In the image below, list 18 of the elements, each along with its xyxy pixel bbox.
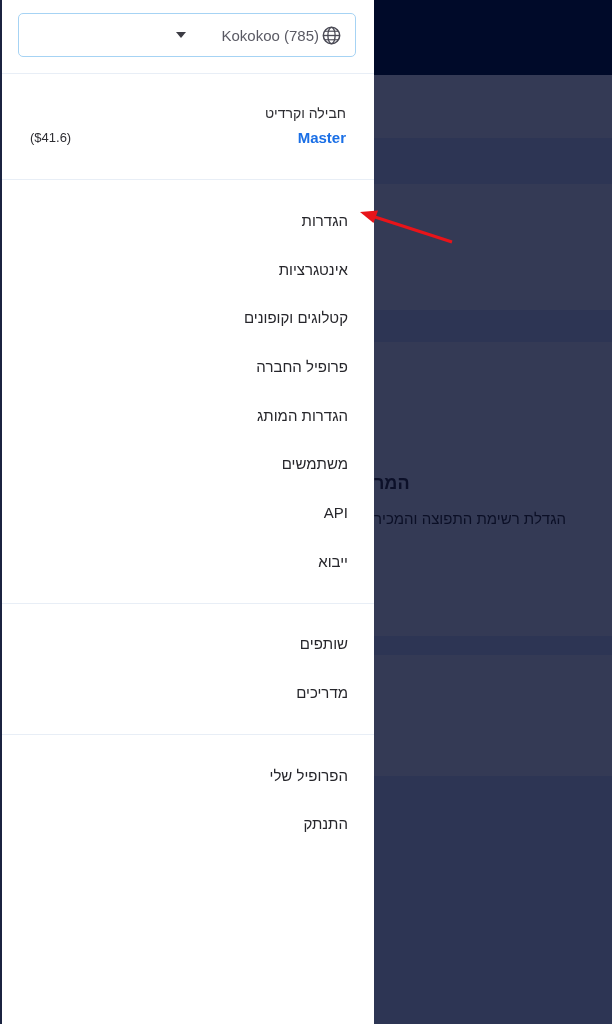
caret-icon <box>176 32 187 38</box>
plan-link[interactable]: Master <box>297 128 346 148</box>
menu-item[interactable]: הגדרות המותג <box>256 406 348 424</box>
plan-label: חבילה וקרדיט <box>263 104 346 123</box>
menu-item[interactable]: API <box>323 503 348 521</box>
menu-item[interactable]: אינטגרציות <box>278 260 348 278</box>
credit-amount: ($41.6) <box>30 129 72 147</box>
menu-item[interactable]: שותפים <box>299 635 348 653</box>
menu-item[interactable]: פרופיל החברה <box>256 357 348 375</box>
account-dropdown[interactable]: Kokokoo (785) <box>18 13 356 57</box>
menu-item[interactable]: הפרופיל שלי <box>269 766 348 784</box>
menu-item[interactable]: משתמשים <box>281 455 348 473</box>
menu-item[interactable]: מדריכים <box>296 684 348 702</box>
menu-item[interactable]: קטלוגים וקופונים <box>243 309 348 327</box>
menu-item[interactable]: הגדרות <box>301 211 348 229</box>
menu-item[interactable]: ייבוא <box>318 552 348 570</box>
menu-item[interactable]: התנתק <box>303 815 348 833</box>
globe-icon <box>322 25 341 45</box>
